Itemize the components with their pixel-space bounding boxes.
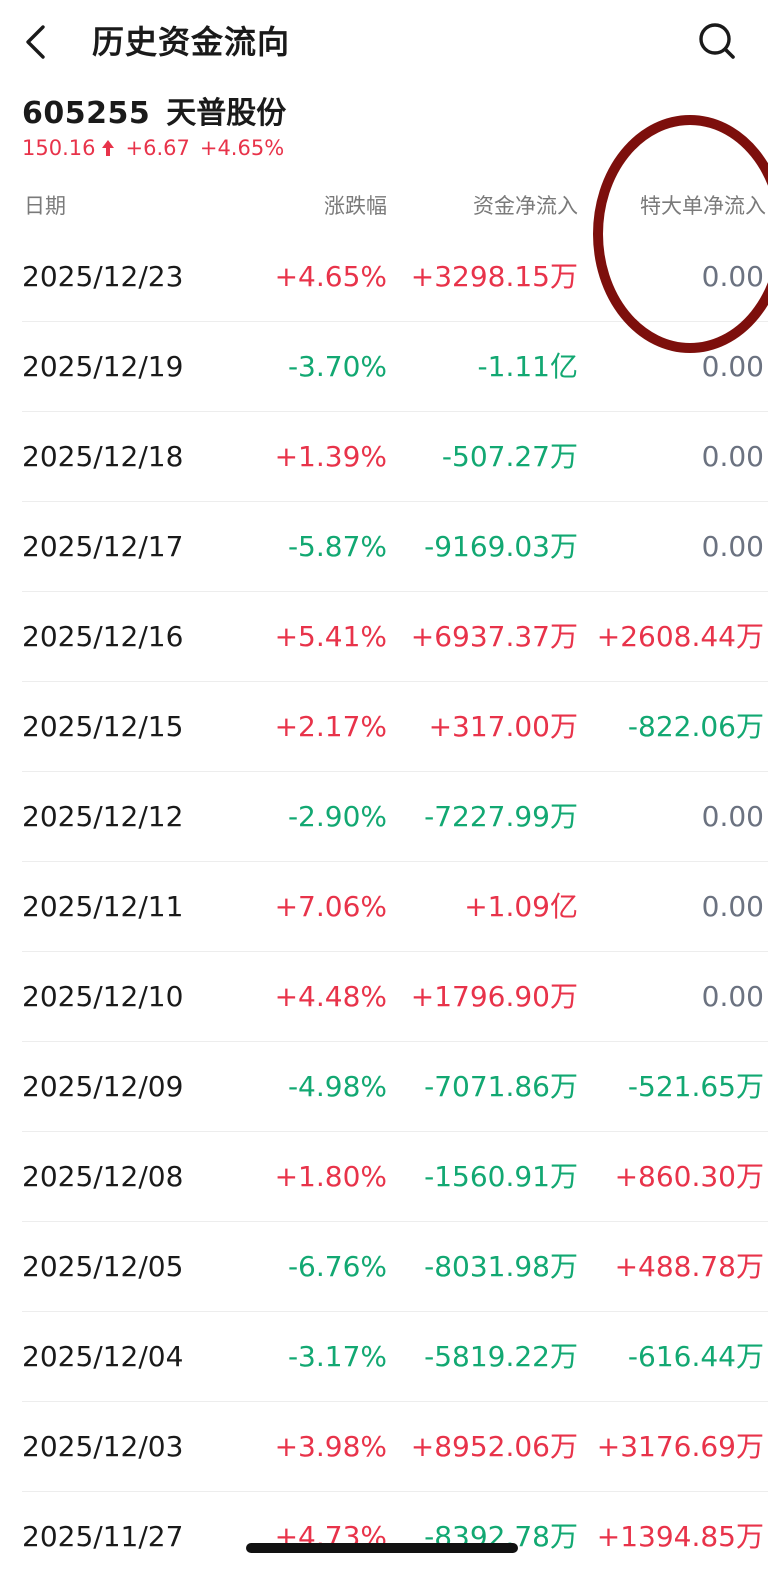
table-row[interactable]: 2025/12/04 -3.17% -5819.22万 -616.44万: [0, 1312, 768, 1402]
column-header-change[interactable]: 涨跌幅: [324, 190, 387, 220]
arrow-up-icon: [101, 139, 115, 157]
table-row[interactable]: 2025/12/19 -3.70% -1.11亿 0.00: [0, 322, 768, 412]
row-net-inflow: -507.27万: [441, 440, 578, 473]
row-net-inflow: +6937.37万: [410, 620, 578, 653]
row-net-inflow: +8952.06万: [410, 1430, 578, 1463]
table-header: 日期 涨跌幅 资金净流入 特大单净流入: [0, 186, 768, 226]
price-line: 150.16 +6.67 +4.65%: [22, 136, 294, 160]
row-date: 2025/12/19: [22, 350, 184, 383]
row-date: 2025/12/16: [22, 620, 184, 653]
row-super-large-inflow: -616.44万: [627, 1340, 764, 1373]
table-row[interactable]: 2025/12/17 -5.87% -9169.03万 0.00: [0, 502, 768, 592]
table-row[interactable]: 2025/12/15 +2.17% +317.00万 -822.06万: [0, 682, 768, 772]
row-date: 2025/12/17: [22, 530, 184, 563]
row-date: 2025/12/12: [22, 800, 184, 833]
row-change: +7.06%: [274, 890, 387, 923]
row-super-large-inflow: 0.00: [701, 980, 764, 1013]
stock-change: +6.67: [125, 136, 190, 160]
table-row[interactable]: 2025/12/11 +7.06% +1.09亿 0.00: [0, 862, 768, 952]
stock-info: 605255 天普股份 150.16 +6.67 +4.65%: [22, 88, 294, 160]
table-row[interactable]: 2025/12/12 -2.90% -7227.99万 0.00: [0, 772, 768, 862]
table-row[interactable]: 2025/12/03 +3.98% +8952.06万 +3176.69万: [0, 1402, 768, 1492]
stock-price: 150.16: [22, 136, 96, 160]
row-date: 2025/12/10: [22, 980, 184, 1013]
row-change: -6.76%: [287, 1250, 387, 1283]
table-row[interactable]: 2025/12/05 -6.76% -8031.98万 +488.78万: [0, 1222, 768, 1312]
row-super-large-inflow: 0.00: [701, 530, 764, 563]
stock-change-pct: +4.65%: [199, 136, 285, 160]
stock-name: 天普股份: [166, 96, 287, 131]
row-net-inflow: -8031.98万: [424, 1250, 578, 1283]
row-net-inflow: +317.00万: [428, 710, 578, 743]
row-net-inflow: -1.11亿: [477, 350, 578, 383]
row-net-inflow: -7071.86万: [424, 1070, 578, 1103]
page-title: 历史资金流向: [92, 23, 291, 61]
row-change: +5.41%: [274, 620, 387, 653]
home-indicator[interactable]: [246, 1543, 518, 1553]
row-date: 2025/12/15: [22, 710, 184, 743]
row-super-large-inflow: -521.65万: [627, 1070, 764, 1103]
table-row[interactable]: 2025/12/09 -4.98% -7071.86万 -521.65万: [0, 1042, 768, 1132]
row-super-large-inflow: +1394.85万: [596, 1520, 764, 1553]
chevron-left-icon: [26, 25, 45, 59]
row-super-large-inflow: 0.00: [701, 260, 764, 293]
row-date: 2025/12/03: [22, 1430, 184, 1463]
row-net-inflow: -1560.91万: [424, 1160, 578, 1193]
back-button[interactable]: [16, 20, 56, 64]
column-header-net-inflow[interactable]: 资金净流入: [473, 190, 578, 220]
row-change: +1.39%: [274, 440, 387, 473]
row-net-inflow: -5819.22万: [424, 1340, 578, 1373]
fund-flow-table: 2025/12/23 +4.65% +3298.15万 0.00 2025/12/19 -…: [0, 232, 768, 1581]
row-super-large-inflow: +2608.44万: [596, 620, 764, 653]
table-row[interactable]: 2025/12/23 +4.65% +3298.15万 0.00: [0, 232, 768, 322]
row-change: +1.80%: [274, 1160, 387, 1193]
search-button[interactable]: [694, 18, 740, 64]
row-date: 2025/12/04: [22, 1340, 184, 1373]
history-fund-flow-page: 历史资金流向 605255 天普股份 150.16 +6.67 +4.65% 日…: [0, 0, 768, 1581]
row-change: +4.65%: [274, 260, 387, 293]
column-header-super-large-inflow[interactable]: 特大单净流入: [640, 190, 766, 220]
row-date: 2025/12/18: [22, 440, 184, 473]
row-date: 2025/12/11: [22, 890, 184, 923]
table-row[interactable]: 2025/12/08 +1.80% -1560.91万 +860.30万: [0, 1132, 768, 1222]
row-net-inflow: -7227.99万: [424, 800, 578, 833]
row-change: +4.48%: [274, 980, 387, 1013]
row-super-large-inflow: +3176.69万: [596, 1430, 764, 1463]
row-super-large-inflow: 0.00: [701, 800, 764, 833]
row-net-inflow: +1796.90万: [410, 980, 578, 1013]
row-change: +3.98%: [274, 1430, 387, 1463]
row-super-large-inflow: +860.30万: [614, 1160, 764, 1193]
top-bar: 历史资金流向: [0, 0, 768, 86]
row-super-large-inflow: 0.00: [701, 440, 764, 473]
row-change: -4.98%: [287, 1070, 387, 1103]
row-change: -5.87%: [287, 530, 387, 563]
row-date: 2025/12/09: [22, 1070, 184, 1103]
row-net-inflow: +1.09亿: [464, 890, 578, 923]
search-icon: [699, 23, 735, 59]
row-net-inflow: +3298.15万: [410, 260, 578, 293]
row-date: 2025/12/05: [22, 1250, 184, 1283]
row-change: -2.90%: [287, 800, 387, 833]
row-super-large-inflow: -822.06万: [627, 710, 764, 743]
row-date: 2025/12/23: [22, 260, 184, 293]
row-super-large-inflow: +488.78万: [614, 1250, 764, 1283]
row-change: -3.17%: [287, 1340, 387, 1373]
column-header-date[interactable]: 日期: [24, 190, 66, 220]
table-row[interactable]: 2025/12/16 +5.41% +6937.37万 +2608.44万: [0, 592, 768, 682]
table-row[interactable]: 2025/11/27 +4.73% -8392.78万 +1394.85万: [0, 1492, 768, 1581]
row-date: 2025/11/27: [22, 1520, 184, 1553]
row-net-inflow: -9169.03万: [424, 530, 578, 563]
row-change: +2.17%: [274, 710, 387, 743]
table-row[interactable]: 2025/12/10 +4.48% +1796.90万 0.00: [0, 952, 768, 1042]
table-row[interactable]: 2025/12/18 +1.39% -507.27万 0.00: [0, 412, 768, 502]
row-date: 2025/12/08: [22, 1160, 184, 1193]
row-super-large-inflow: 0.00: [701, 350, 764, 383]
row-super-large-inflow: 0.00: [701, 890, 764, 923]
stock-code: 605255: [22, 96, 151, 131]
row-change: -3.70%: [287, 350, 387, 383]
